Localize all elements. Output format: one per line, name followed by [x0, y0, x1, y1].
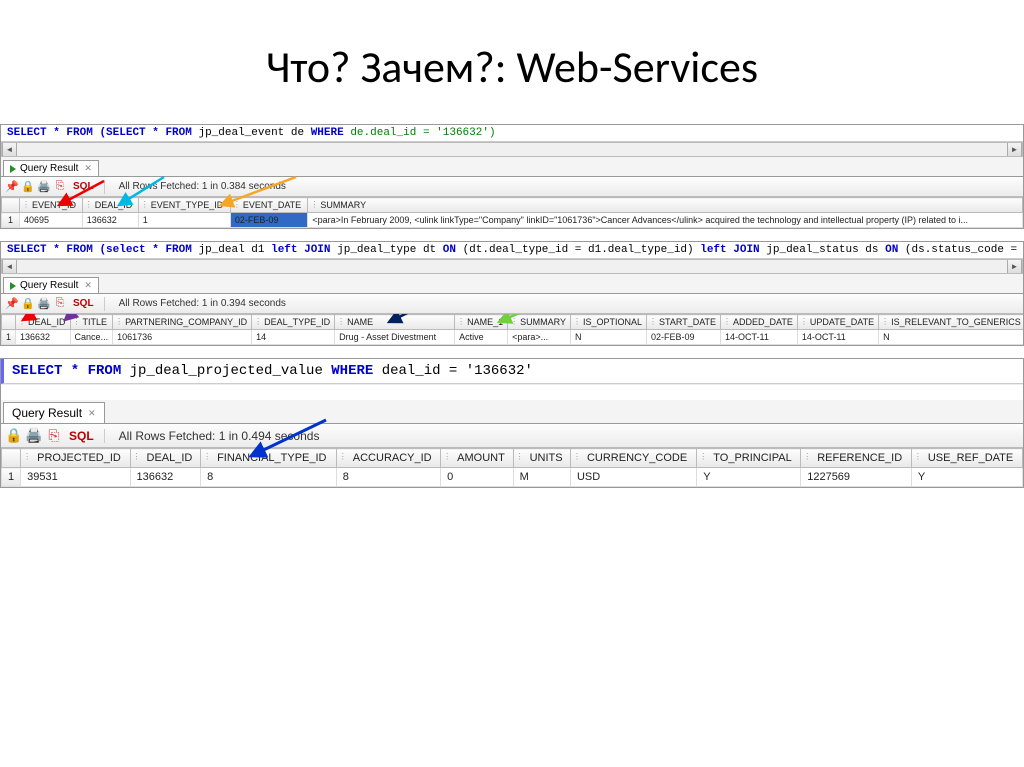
col[interactable]: REFERENCE_ID	[801, 449, 912, 468]
close-icon[interactable]: ✕	[84, 280, 92, 291]
col-event-type-id[interactable]: EVENT_TYPE_ID	[138, 198, 230, 213]
status-text: All Rows Fetched: 1 in 0.394 seconds	[119, 298, 286, 309]
tab-query-result[interactable]: Query Result ✕	[3, 277, 99, 293]
col[interactable]: NAME	[335, 315, 455, 330]
col[interactable]: DEAL_TYPE_ID	[252, 315, 335, 330]
export-icon[interactable]: ⎘	[45, 427, 63, 445]
lock-icon[interactable]: 🔒	[21, 297, 35, 311]
table-row[interactable]: 1 39531136632880MUSDY1227569Y	[2, 468, 1023, 487]
sql-editor-3[interactable]: SELECT * FROM jp_deal_projected_value WH…	[1, 359, 1023, 384]
sql-label[interactable]: SQL	[73, 298, 94, 309]
tab-query-result[interactable]: Query Result ✕	[3, 160, 99, 176]
result-grid-2[interactable]: DEAL_ID TITLE PARTNERING_COMPANY_ID DEAL…	[1, 314, 1023, 345]
print-icon[interactable]: 🖨️	[25, 427, 43, 445]
scroll-left-icon[interactable]: ◄	[2, 260, 17, 273]
cell-event-type-id[interactable]: 1	[138, 213, 230, 228]
col[interactable]: IS_OPTIONAL	[571, 315, 647, 330]
tab-label: Query Result	[20, 280, 78, 291]
row-header	[2, 198, 20, 213]
col[interactable]: UPDATE_DATE	[797, 315, 878, 330]
col[interactable]: TITLE	[70, 315, 113, 330]
col[interactable]: DEAL_ID	[130, 449, 201, 468]
export-icon[interactable]: ⎘	[53, 180, 67, 194]
sql-editor-2[interactable]: SELECT * FROM (select * FROM jp_deal d1 …	[1, 242, 1023, 259]
close-icon[interactable]: ✕	[88, 408, 96, 419]
result-toolbar-1: 📌 🔒 🖨️ ⎘ SQL All Rows Fetched: 1 in 0.38…	[1, 177, 1023, 197]
col[interactable]: AMOUNT	[441, 449, 513, 468]
col[interactable]: NAME_1	[455, 315, 508, 330]
scroll-right-icon[interactable]: ►	[1007, 260, 1022, 273]
col[interactable]: PARTNERING_COMPANY_ID	[113, 315, 252, 330]
col[interactable]: IS_RELEVANT_TO_GENERICS	[879, 315, 1023, 330]
scrollbar-1[interactable]: ◄ ►	[1, 142, 1023, 157]
scroll-track[interactable]	[17, 260, 1007, 273]
col-summary[interactable]: SUMMARY	[308, 198, 1023, 213]
panel-3: SELECT * FROM jp_deal_projected_value WH…	[0, 358, 1024, 488]
cell-event-id[interactable]: 40695	[20, 213, 83, 228]
print-icon[interactable]: 🖨️	[37, 297, 51, 311]
slide-title: Что? Зачем?: Web-Services	[0, 0, 1024, 124]
play-icon	[10, 165, 16, 173]
cell-summary[interactable]: <para>In February 2009, <ulink linkType=…	[308, 213, 1023, 228]
tab-query-result[interactable]: Query Result ✕	[3, 402, 105, 423]
col[interactable]: SUMMARY	[508, 315, 571, 330]
col[interactable]: ADDED_DATE	[721, 315, 798, 330]
status-text: All Rows Fetched: 1 in 0.384 seconds	[119, 181, 286, 192]
status-text: All Rows Fetched: 1 in 0.494 seconds	[119, 429, 320, 443]
scrollbar-2[interactable]: ◄ ►	[1, 259, 1023, 274]
col[interactable]: PROJECTED_ID	[21, 449, 130, 468]
scroll-right-icon[interactable]: ►	[1007, 143, 1022, 156]
col[interactable]: ACCURACY_ID	[336, 449, 440, 468]
panel-1: SELECT * FROM (SELECT * FROM jp_deal_eve…	[0, 124, 1024, 229]
print-icon[interactable]: 🖨️	[37, 180, 51, 194]
col-event-id[interactable]: EVENT_ID	[20, 198, 83, 213]
sql-label[interactable]: SQL	[69, 429, 94, 443]
scroll-left-icon[interactable]: ◄	[2, 143, 17, 156]
pin-icon[interactable]: 📌	[5, 180, 19, 194]
panel-2: SELECT * FROM (select * FROM jp_deal d1 …	[0, 241, 1024, 346]
result-toolbar-2: 📌 🔒 🖨️ ⎘ SQL All Rows Fetched: 1 in 0.39…	[1, 294, 1023, 314]
col[interactable]: DEAL_ID	[16, 315, 71, 330]
sql-label[interactable]: SQL	[73, 181, 94, 192]
play-icon	[10, 282, 16, 290]
tab-bar-2: Query Result ✕	[1, 274, 1023, 294]
col-event-date[interactable]: EVENT_DATE	[230, 198, 308, 213]
col[interactable]: CURRENCY_CODE	[570, 449, 696, 468]
col[interactable]: FINANCIAL_TYPE_ID	[201, 449, 337, 468]
scroll-track[interactable]	[17, 143, 1007, 156]
pin-icon[interactable]: 📌	[5, 297, 19, 311]
row-num: 1	[2, 213, 20, 228]
tab-bar-3: Query Result ✕	[1, 400, 1023, 424]
result-toolbar-3: 🔒 🖨️ ⎘ SQL All Rows Fetched: 1 in 0.494 …	[1, 424, 1023, 448]
lock-icon[interactable]: 🔒	[5, 427, 23, 445]
cell-deal-id[interactable]: 136632	[82, 213, 138, 228]
result-grid-3[interactable]: PROJECTED_ID DEAL_ID FINANCIAL_TYPE_ID A…	[1, 448, 1023, 487]
export-icon[interactable]: ⎘	[53, 297, 67, 311]
lock-icon[interactable]: 🔒	[21, 180, 35, 194]
col[interactable]: TO_PRINCIPAL	[697, 449, 801, 468]
sql-editor-1[interactable]: SELECT * FROM (SELECT * FROM jp_deal_eve…	[1, 125, 1023, 142]
result-grid-1[interactable]: EVENT_ID DEAL_ID EVENT_TYPE_ID EVENT_DAT…	[1, 197, 1023, 228]
tab-label: Query Result	[20, 163, 78, 174]
col[interactable]: UNITS	[513, 449, 570, 468]
col[interactable]: USE_REF_DATE	[911, 449, 1022, 468]
table-row[interactable]: 1 40695 136632 1 02-FEB-09 <para>In Febr…	[2, 213, 1023, 228]
col-deal-id[interactable]: DEAL_ID	[82, 198, 138, 213]
tab-label: Query Result	[12, 406, 82, 420]
table-row[interactable]: 1 136632Cance...106173614Drug - Asset Di…	[2, 330, 1024, 345]
tab-bar-1: Query Result ✕	[1, 157, 1023, 177]
close-icon[interactable]: ✕	[84, 163, 92, 174]
col[interactable]: START_DATE	[647, 315, 721, 330]
cell-event-date[interactable]: 02-FEB-09	[230, 213, 308, 228]
